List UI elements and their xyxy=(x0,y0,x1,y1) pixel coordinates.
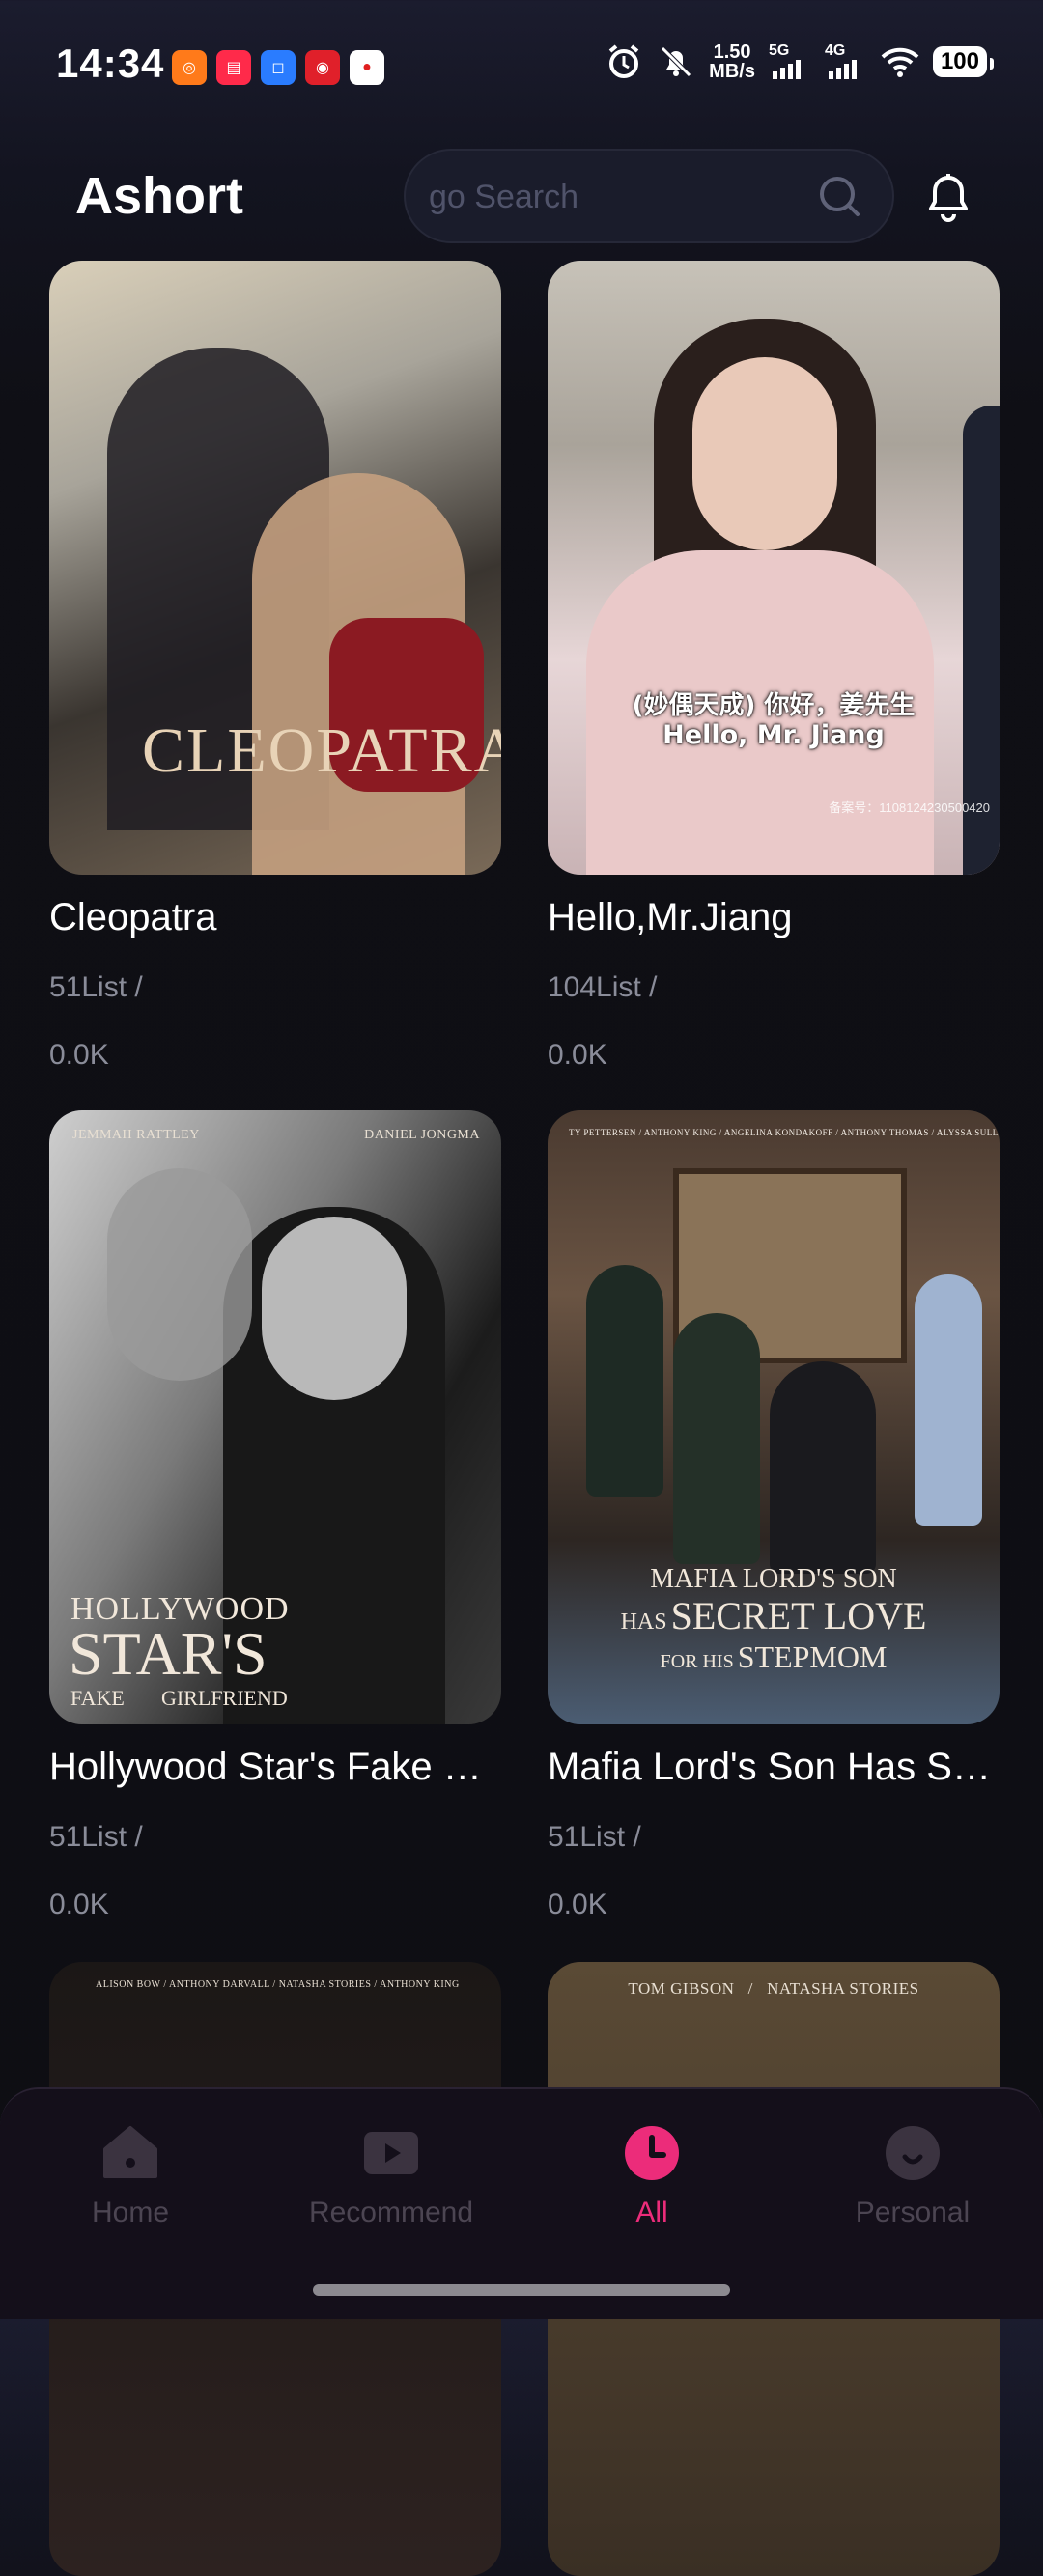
mute-icon xyxy=(661,46,691,77)
poster-subtitle-en: Hello, Mr. Jiang xyxy=(662,720,885,750)
poster-code: 备案号：1108124230500420 xyxy=(829,800,990,815)
signal-4g-label: 4G xyxy=(824,42,846,59)
status-right: 1.50 MB/s 5G 4G 100 xyxy=(605,42,995,81)
poster-title-line3b: STEPMOM xyxy=(737,1639,888,1674)
poster-cast-left: JEMMAH RATTLEY xyxy=(72,1128,200,1142)
search-bar[interactable] xyxy=(404,149,894,243)
poster-cast: ALISON BOW / ANTHONY DARVALL / NATASHA S… xyxy=(96,1979,460,1990)
card-title[interactable]: Cleopatra xyxy=(49,896,501,939)
signal-4g: 4G xyxy=(825,42,867,81)
card-title[interactable]: Hello,Mr.Jiang xyxy=(548,896,1000,939)
poster-image[interactable]: (妙偶天成) 你好，姜先生 Hello, Mr. Jiang 备案号：11081… xyxy=(548,261,1000,875)
poster-title-line2b: SECRET LOVE xyxy=(670,1594,927,1638)
clock-icon xyxy=(625,2126,679,2180)
card-episodes: 51List / xyxy=(548,1821,641,1853)
poster-image[interactable]: CLEOPATRA xyxy=(49,261,501,875)
poster-cast-right: DANIEL JONGMA xyxy=(364,1128,480,1142)
search-icon[interactable] xyxy=(817,174,863,220)
card-episodes: 104List / xyxy=(548,971,658,1003)
poster-image[interactable]: JEMMAH RATTLEY DANIEL JONGMA HOLLYWOOD S… xyxy=(49,1110,501,1724)
poster-cast: TY PETTERSEN / ANTHONY KING / ANGELINA K… xyxy=(569,1128,1000,1137)
poster-title-line2a: HAS xyxy=(620,1610,667,1635)
poster-title-line3a: FOR HIS xyxy=(660,1651,734,1672)
poster-figure xyxy=(586,1265,663,1497)
poster-figure xyxy=(915,1274,982,1526)
poster-image[interactable]: TY PETTERSEN / ANTHONY KING / ANGELINA K… xyxy=(548,1110,1000,1724)
search-input[interactable] xyxy=(427,151,798,243)
app-icon-4: ◉ xyxy=(305,50,340,85)
poster-title-text: CLEOPATRA xyxy=(142,715,501,786)
app-icon-1: ◎ xyxy=(172,50,207,85)
drama-card[interactable]: CLEOPATRA Cleopatra 51List / 0.0K xyxy=(49,261,501,1071)
nav-recommend[interactable]: Recommend xyxy=(295,2124,488,2229)
person-icon xyxy=(886,2126,940,2180)
signal-5g: 5G xyxy=(769,42,811,81)
nav-all-label: All xyxy=(635,2197,668,2228)
bell-icon[interactable] xyxy=(919,166,977,224)
card-views: 0.0K xyxy=(49,1039,109,1071)
poster-figure xyxy=(262,1217,407,1400)
card-views: 0.0K xyxy=(548,1039,607,1071)
poster-title-line3: FOR HIS STEPMOM xyxy=(548,1639,1000,1675)
nav-personal-label: Personal xyxy=(855,2197,971,2228)
status-time: 14:34 xyxy=(56,41,165,86)
poster-title-line1: MAFIA LORD'S SON xyxy=(650,1564,897,1594)
signal-bars-icon xyxy=(828,60,857,79)
nav-home[interactable]: Home xyxy=(34,2124,227,2229)
nav-recommend-label: Recommend xyxy=(308,2197,474,2228)
alarm-icon xyxy=(608,44,639,78)
app-icon-2: ▤ xyxy=(216,50,251,85)
drama-card[interactable]: (妙偶天成) 你好，姜先生 Hello, Mr. Jiang 备案号：11081… xyxy=(548,261,1000,1071)
battery-indicator: 100 xyxy=(932,46,995,77)
poster-subtitle-cn: (妙偶天成) 你好，姜先生 xyxy=(632,691,916,720)
drama-card[interactable]: TY PETTERSEN / ANTHONY KING / ANGELINA K… xyxy=(548,1110,1000,1920)
poster-title-line2: HAS SECRET LOVE xyxy=(548,1593,1000,1638)
poster-title-line2: STAR'S xyxy=(69,1619,268,1688)
card-title[interactable]: Mafia Lord's Son Has S… xyxy=(548,1746,1000,1789)
app-title: Ashort xyxy=(75,167,243,225)
card-episodes: 51List / xyxy=(49,971,143,1003)
nav-home-label: Home xyxy=(91,2197,170,2228)
speed-value: 1.50 xyxy=(713,42,751,63)
poster-title-line3b: GIRLFRIEND xyxy=(161,1686,288,1710)
poster-title-line3a: FAKE xyxy=(70,1686,125,1710)
signal-bars-icon xyxy=(772,60,801,79)
poster-figure xyxy=(692,357,837,550)
home-icon xyxy=(103,2126,157,2178)
status-bar: 14:34 ◎ ▤ ◻ ◉ ● 1.50 MB/s 5G 4G 100 xyxy=(0,0,1043,135)
signal-5g-label: 5G xyxy=(768,42,790,59)
card-views: 0.0K xyxy=(49,1889,109,1920)
home-indicator[interactable] xyxy=(313,2284,730,2296)
card-title[interactable]: Hollywood Star's Fake … xyxy=(49,1746,501,1789)
poster-figure xyxy=(107,1168,252,1381)
poster-cast: TOM GIBSON / NATASHA STORIES xyxy=(628,1979,919,1998)
play-icon xyxy=(364,2132,418,2174)
maps-icon: ● xyxy=(350,50,384,85)
speed-unit: MB/s xyxy=(709,61,755,82)
card-episodes: 51List / xyxy=(49,1821,143,1853)
nav-personal[interactable]: Personal xyxy=(816,2124,1009,2229)
poster-figure xyxy=(770,1361,876,1574)
nav-all[interactable]: All xyxy=(555,2124,748,2229)
app-icon-3: ◻ xyxy=(261,50,296,85)
card-views: 0.0K xyxy=(548,1889,607,1920)
network-speed: 1.50 MB/s xyxy=(709,42,755,81)
drama-card[interactable]: JEMMAH RATTLEY DANIEL JONGMA HOLLYWOOD S… xyxy=(49,1110,501,1920)
poster-figure xyxy=(673,1313,760,1564)
wifi-icon xyxy=(881,47,919,77)
notification-icons: ◎ ▤ ◻ ◉ ● xyxy=(172,50,384,85)
